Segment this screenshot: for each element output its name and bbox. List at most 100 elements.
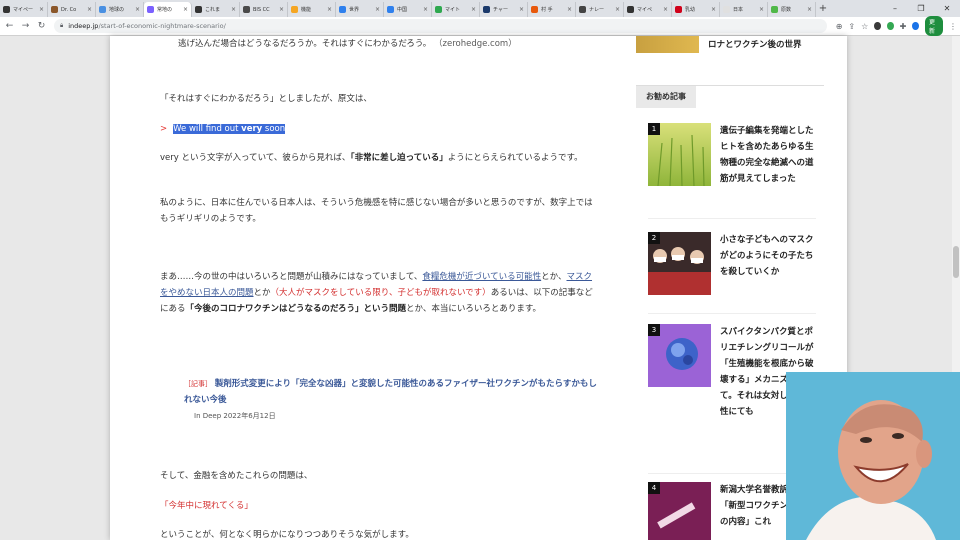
share-icon[interactable]: ⇪ (848, 22, 855, 31)
tab-title: ナレー (589, 7, 605, 13)
zoom-icon[interactable]: ⊕ (836, 22, 843, 31)
extensions-puzzle-icon[interactable]: ✚ (900, 22, 907, 31)
back-icon[interactable]: ← (3, 21, 16, 31)
article-thumbnail[interactable] (636, 36, 699, 53)
text: とか、本当にいろいろとあります。 (406, 304, 541, 314)
tab-close-icon[interactable]: × (519, 6, 524, 13)
tab-favicon-icon (51, 6, 58, 13)
red-quote: 「今年中に現れてくる」 (160, 501, 253, 511)
menu-kebab-icon[interactable]: ⋮ (949, 22, 957, 31)
webcam-overlay (786, 372, 960, 540)
recommended-item[interactable]: 2 小さな子どもへのマスクがどのようにその子たちを殺していくか (648, 232, 816, 314)
browser-tab[interactable]: Dr. Co × (48, 2, 96, 17)
lock-icon[interactable]: 🔒︎ (60, 22, 63, 30)
recommended-item[interactable]: 1 遺伝子編集を発端としたヒトを含めたあらゆる生物種の完全な絶滅への道筋が見えて… (648, 123, 816, 219)
browser-tab[interactable]: BIS CC × (240, 2, 288, 17)
scroll-thumb[interactable] (953, 246, 959, 278)
browser-tab[interactable]: 世界 × (336, 2, 384, 17)
webpage: 逃げ込んだ場合はどうなるだろうか。それはすぐにわかるだろう。 （zerohedg… (110, 36, 847, 540)
tab-close-icon[interactable]: × (711, 6, 716, 13)
browser-tab[interactable]: チャー × (480, 2, 528, 17)
browser-tab[interactable]: 機能 × (288, 2, 336, 17)
selected-text[interactable]: We will find out very soon (173, 124, 286, 134)
tab-title: Dr. Co (61, 6, 77, 13)
sidebar-article-title[interactable]: ロナとワクチン後の世界 (708, 38, 802, 50)
presenter-face-image (786, 372, 960, 540)
tab-close-icon[interactable]: × (567, 6, 572, 13)
browser-tab[interactable]: マイペー × (0, 2, 48, 17)
related-article: ［記事］ 製剤形式変更により「完全な凶器」と変貌した可能性のあるファイザー社ワク… (184, 376, 604, 424)
tab-close-icon[interactable]: × (423, 6, 428, 13)
tab-title: 日本 (733, 7, 744, 13)
tab-favicon-icon (99, 6, 106, 13)
tab-close-icon[interactable]: × (375, 6, 380, 13)
bookmark-star-icon[interactable]: ☆ (861, 22, 868, 31)
quoted-text: 逃げ込んだ場合はどうなるだろうか。それはすぐにわかるだろう。 （zerohedg… (160, 36, 600, 52)
extension-icon[interactable] (886, 22, 894, 30)
profile-avatar[interactable] (912, 22, 919, 30)
tab-favicon-icon (723, 6, 730, 13)
tab-close-icon[interactable]: × (807, 6, 812, 13)
tab-favicon-icon (579, 6, 586, 13)
minimize-button[interactable]: – (882, 4, 908, 13)
tab-close-icon[interactable]: × (759, 6, 764, 13)
tab-close-icon[interactable]: × (87, 6, 92, 13)
tab-close-icon[interactable]: × (327, 6, 332, 13)
related-tag: ［記事］ (184, 380, 212, 388)
browser-tab[interactable]: マイト × (432, 2, 480, 17)
tab-title: チャー (493, 7, 508, 13)
tab-favicon-icon (243, 6, 250, 13)
tab-close-icon[interactable]: × (663, 6, 668, 13)
tab-close-icon[interactable]: × (471, 6, 476, 13)
recommended-title[interactable]: 小さな子どもへのマスクがどのようにその子たちを殺していくか (720, 232, 818, 280)
emphasis: 「非常に差し迫っている」 (350, 153, 448, 163)
blockquote-marker: > (160, 124, 168, 134)
tab-close-icon[interactable]: × (231, 6, 236, 13)
tab-favicon-icon (3, 6, 10, 13)
address-bar[interactable]: 🔒︎ indeep.jp /start-of-economic-nightmar… (54, 19, 827, 33)
source-link[interactable]: （zerohedge.com） (434, 39, 517, 49)
paragraph: まあ……今の世の中はいろいろと問題が山積みにはなっていまして、食糧危機が近づいて… (160, 269, 600, 317)
update-button[interactable]: 更新 (924, 16, 943, 36)
browser-tab[interactable]: 乳幼 × (672, 2, 720, 17)
tab-close-icon[interactable]: × (279, 6, 284, 13)
browser-tab[interactable]: 中国 × (384, 2, 432, 17)
text: very という文字が入っていて、彼らから見れば、 (160, 153, 351, 163)
paragraph: 「それはすぐにわかるだろう」としましたが、原文は、 (160, 94, 372, 104)
close-window-button[interactable]: ✕ (934, 4, 960, 13)
related-article-link[interactable]: 製剤形式変更により「完全な凶器」と変貌した可能性のあるファイザー社ワクチンがもた… (184, 379, 597, 405)
text: とか、 (541, 272, 567, 282)
new-tab-button[interactable]: + (816, 2, 830, 17)
browser-tab[interactable]: マイペ × (624, 2, 672, 17)
tab-title: 中国 (397, 7, 408, 13)
browser-tab[interactable]: ナレー × (576, 2, 624, 17)
bq-text: We will find out (173, 124, 242, 134)
recommended-title[interactable]: 遺伝子編集を発端としたヒトを含めたあらゆる生物種の完全な絶滅への道筋が見えてしま… (720, 123, 818, 187)
blockquote: > We will find out very soon (160, 121, 600, 137)
tab-title: 世界 (349, 7, 360, 13)
tab-favicon-icon (771, 6, 778, 13)
browser-tab[interactable]: 常地の × (144, 2, 192, 17)
tab-favicon-icon (627, 6, 634, 13)
browser-tab[interactable]: 日本 × (720, 2, 768, 17)
food-crisis-link[interactable]: 食糧危機が近づいている可能性 (422, 272, 541, 282)
tab-close-icon[interactable]: × (615, 6, 620, 13)
tab-title: BIS CC (253, 6, 270, 13)
tab-close-icon[interactable]: × (135, 6, 140, 13)
maximize-button[interactable]: ❐ (908, 4, 934, 13)
rank-badge: 4 (648, 482, 660, 494)
tab-close-icon[interactable]: × (183, 6, 188, 13)
tab-favicon-icon (435, 6, 442, 13)
reload-icon[interactable]: ↻ (35, 21, 48, 31)
emphasis: 「今後のコロナワクチンはどうなるのだろう」という問題 (185, 304, 407, 314)
related-meta: In Deep 2022年6月12日 (194, 412, 276, 420)
forward-icon[interactable]: → (19, 21, 32, 31)
extension-icon[interactable] (874, 22, 881, 30)
browser-tab[interactable]: 地球の × (96, 2, 144, 17)
browser-tab[interactable]: 原数 × (768, 2, 816, 17)
tab-close-icon[interactable]: × (39, 6, 44, 13)
browser-tab[interactable]: 村 手 × (528, 2, 576, 17)
quote-text: 逃げ込んだ場合はどうなるだろうか。それはすぐにわかるだろう。 (178, 39, 432, 49)
paragraph: そして、金融を含めたこれらの問題は、 (160, 471, 313, 481)
browser-tab[interactable]: これま × (192, 2, 240, 17)
